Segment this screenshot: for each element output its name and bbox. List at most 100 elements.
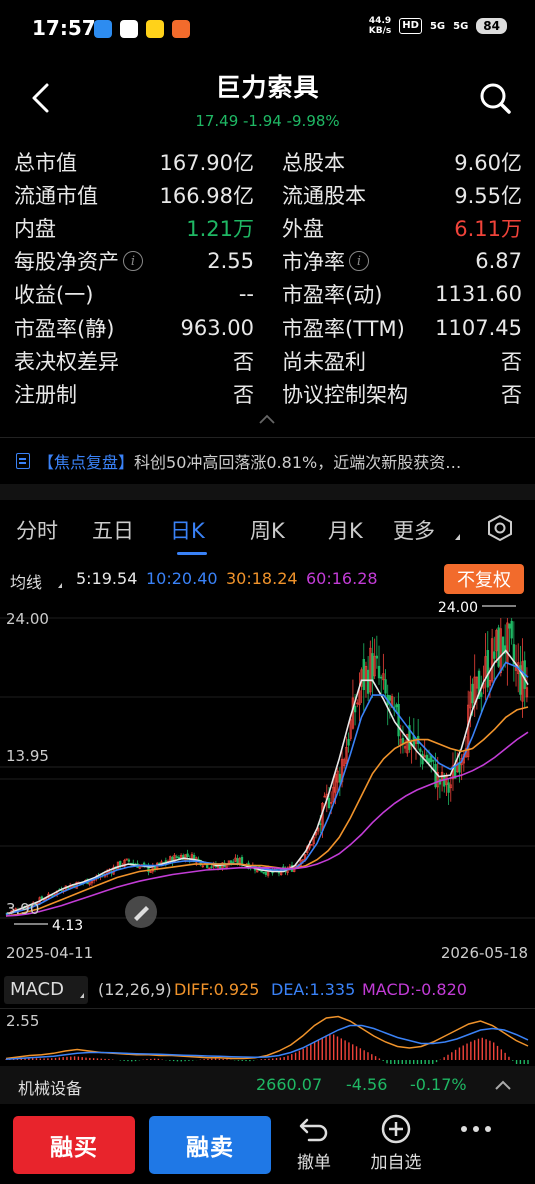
macd-value: MACD:-0.820 bbox=[362, 980, 467, 999]
stat-cell: 流通市值 166.98亿 bbox=[14, 180, 268, 210]
candle-body bbox=[375, 655, 379, 659]
candlestick-chart[interactable]: 24.00 13.95 3.90 24.00 4.13 2025-04-11 2026-05… bbox=[0, 598, 535, 968]
news-tag: 【焦点复盘】 bbox=[38, 453, 135, 472]
tab-weekly-k[interactable]: 周K bbox=[250, 515, 285, 545]
network-speed: 44.9 KB/s bbox=[368, 16, 392, 36]
app-notification-icon bbox=[120, 20, 138, 38]
tab-daily-k[interactable]: 日K bbox=[170, 515, 205, 545]
candle-body bbox=[229, 860, 233, 863]
info-icon[interactable]: i bbox=[123, 251, 143, 272]
add-circle-icon bbox=[381, 1114, 411, 1144]
industry-name: 机械设备 bbox=[18, 1079, 83, 1098]
margin-sell-button[interactable]: 融卖 bbox=[149, 1116, 271, 1174]
dropdown-arrow-icon bbox=[455, 534, 460, 540]
macd-params: (12,26,9) bbox=[98, 980, 172, 999]
stat-cell: 外盘 6.11万 bbox=[268, 213, 522, 243]
stat-cell: 总股本 9.60亿 bbox=[268, 147, 522, 177]
y-tick-label: 3.90 bbox=[6, 900, 39, 918]
candle-body bbox=[510, 620, 513, 639]
stat-label: 市盈率(动) bbox=[282, 283, 383, 308]
stat-label: 注册制 bbox=[14, 382, 77, 407]
tab-more[interactable]: 更多 bbox=[393, 515, 435, 545]
indicator-selector[interactable]: MACD bbox=[4, 976, 88, 1004]
ma-selector[interactable]: 均线 bbox=[10, 569, 42, 593]
stock-name: 巨力索具 bbox=[215, 73, 320, 102]
x-start-label: 2025-04-11 bbox=[6, 944, 93, 962]
macd-legend: MACD (12,26,9) DIFF:0.925 DEA:1.335 MACD… bbox=[0, 976, 535, 1004]
macd-chart[interactable]: 2.55 bbox=[0, 1008, 535, 1064]
margin-buy-button[interactable]: 融买 bbox=[13, 1116, 135, 1174]
y-tick-label: 24.00 bbox=[6, 610, 49, 628]
macd-diff: DIFF:0.925 bbox=[174, 980, 260, 999]
candle-body bbox=[397, 703, 400, 737]
stat-cell: 内盘 1.21万 bbox=[14, 213, 268, 243]
cancel-order-button[interactable]: 撤单 bbox=[284, 1112, 344, 1178]
macd-dea-line bbox=[5, 1024, 529, 1061]
stat-value: 6.87 bbox=[475, 249, 522, 274]
news-text: 科创50冲高回落涨0.81%，近端次新股获资… bbox=[134, 453, 462, 472]
ma5-value: 5:19.54 bbox=[76, 569, 138, 588]
stats-row: 内盘 1.21万 外盘 6.11万 bbox=[14, 211, 522, 244]
tab-five-day[interactable]: 五日 bbox=[92, 515, 134, 545]
candle-body bbox=[497, 627, 500, 667]
candle-body bbox=[327, 797, 331, 808]
stat-label: 总股本 bbox=[282, 150, 345, 175]
stats-row: 收益(一) -- 市盈率(动) 1131.60 bbox=[14, 278, 522, 311]
candle-body bbox=[210, 866, 213, 869]
moving-average-legend: 均线 5:19.54 10:20.40 30:18.24 60:16.28 不复… bbox=[0, 564, 535, 594]
stat-label: 尚未盈利 bbox=[282, 349, 366, 374]
stat-label: 市净率 i bbox=[282, 246, 369, 276]
x-end-label: 2026-05-18 bbox=[441, 944, 528, 962]
candle-body bbox=[443, 776, 446, 787]
industry-price: 2660.07 bbox=[256, 1075, 323, 1094]
app-notification-icon bbox=[94, 20, 112, 38]
candle-body bbox=[486, 650, 489, 688]
more-options-button[interactable] bbox=[446, 1112, 506, 1178]
bottom-action-bar: 融买 融卖 撤单 加自选 bbox=[0, 1106, 535, 1184]
stats-row: 总市值 167.90亿 总股本 9.60亿 bbox=[14, 145, 522, 178]
industry-pct: -0.17% bbox=[410, 1075, 467, 1094]
ma30-value: 30:18.24 bbox=[226, 569, 298, 588]
candle-body bbox=[206, 864, 209, 868]
news-ticker[interactable]: 【焦点复盘】 科创50冲高回落涨0.81%，近端次新股获资… bbox=[16, 449, 521, 473]
app-notification-icon bbox=[172, 20, 190, 38]
stat-cell[interactable]: 市净率 i 6.87 bbox=[268, 246, 522, 276]
candle-body bbox=[427, 758, 431, 764]
candle-body bbox=[366, 669, 370, 694]
adjust-price-button[interactable]: 不复权 bbox=[444, 564, 524, 594]
stat-label: 市盈率(静) bbox=[14, 316, 115, 341]
candle-body bbox=[362, 658, 365, 691]
candle-body bbox=[232, 861, 235, 864]
stat-value: -- bbox=[238, 282, 254, 307]
ma10-value: 10:20.40 bbox=[146, 569, 218, 588]
stat-cell: 总市值 167.90亿 bbox=[14, 147, 268, 177]
active-tab-indicator bbox=[177, 552, 207, 555]
industry-bar[interactable]: 机械设备 2660.07 -4.56 -0.17% bbox=[0, 1066, 535, 1104]
candle-body bbox=[175, 856, 178, 858]
battery-icon: 84 bbox=[476, 18, 507, 34]
stat-label: 流通市值 bbox=[14, 183, 98, 208]
stat-cell[interactable]: 每股净资产 i 2.55 bbox=[14, 246, 268, 276]
tab-monthly-k[interactable]: 月K bbox=[328, 515, 363, 545]
chevron-up-icon[interactable] bbox=[493, 1078, 513, 1092]
candle-body bbox=[127, 859, 131, 862]
search-button[interactable] bbox=[477, 80, 513, 116]
tab-intraday[interactable]: 分时 bbox=[16, 515, 58, 545]
ma-line-ma30 bbox=[5, 706, 529, 917]
collapse-chevron-icon[interactable] bbox=[258, 413, 276, 425]
min-price-label: 4.13 bbox=[52, 918, 83, 934]
candle-body bbox=[447, 782, 450, 793]
stat-value: 1107.45 bbox=[435, 315, 522, 340]
status-bar: 17:57 44.9 KB/s HD 5G 5G 84 bbox=[0, 0, 535, 60]
info-icon[interactable]: i bbox=[349, 251, 369, 272]
candle-body bbox=[377, 665, 381, 679]
candle-body bbox=[353, 706, 357, 713]
macd-y-tick: 2.55 bbox=[6, 1012, 39, 1030]
candle-body bbox=[471, 683, 474, 704]
stat-cell: 注册制 否 bbox=[14, 379, 268, 409]
stat-cell: 协议控制架构 否 bbox=[268, 379, 522, 409]
add-watchlist-button[interactable]: 加自选 bbox=[364, 1112, 428, 1178]
candle-body bbox=[347, 738, 350, 746]
settings-icon[interactable] bbox=[485, 513, 515, 543]
stock-quote: 17.49 -1.94 -9.98% bbox=[195, 112, 340, 130]
